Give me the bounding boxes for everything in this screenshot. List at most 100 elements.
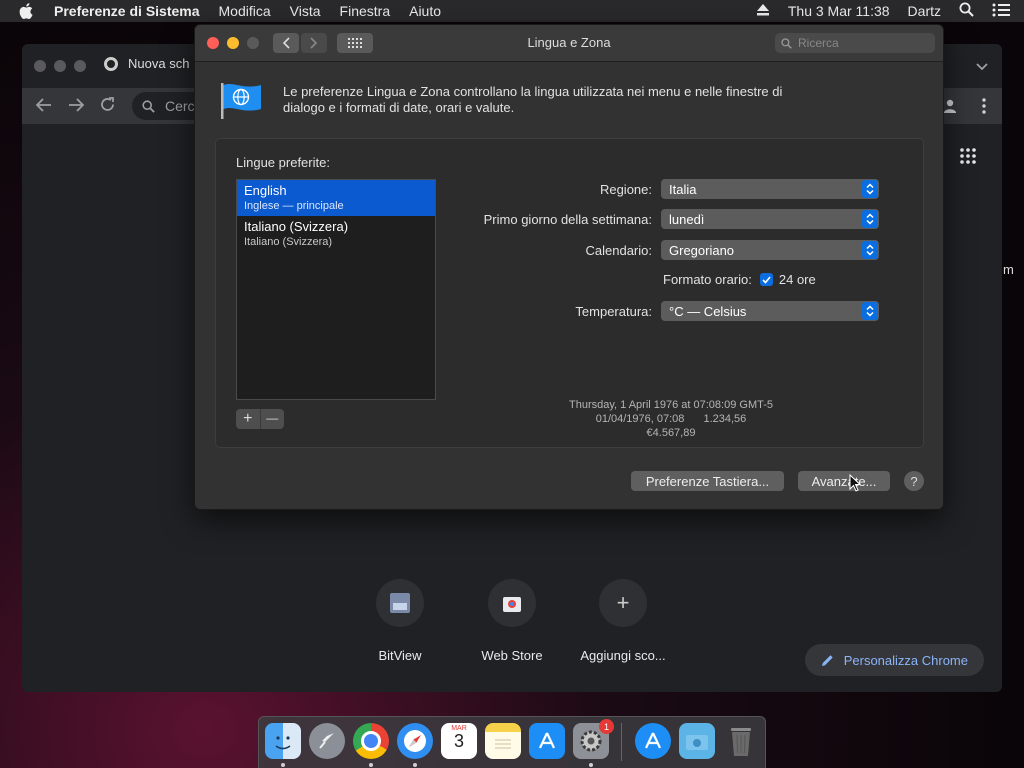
finder-icon[interactable] <box>265 723 301 759</box>
system-preferences-icon[interactable]: 1 <box>573 719 614 759</box>
apps-grid-icon[interactable] <box>960 148 976 169</box>
language-item-english[interactable]: English Inglese — principale <box>237 180 435 216</box>
time-format-value: 24 ore <box>778 272 816 287</box>
downloads-folder-icon[interactable] <box>679 723 715 759</box>
calendar-value: Gregoriano <box>669 242 735 258</box>
launchpad-icon[interactable] <box>309 723 345 759</box>
menu-finestra[interactable]: Finestra <box>340 3 391 19</box>
app-store-icon[interactable] <box>529 723 565 759</box>
shortcut-web-store[interactable]: Web Store <box>457 579 567 663</box>
time-format-label: Formato orario: <box>663 272 752 287</box>
temperature-popup[interactable]: °C — Celsius <box>661 301 879 321</box>
languages-list[interactable]: English Inglese — principale Italiano (S… <box>236 179 436 400</box>
region-popup[interactable]: Italia <box>661 179 879 199</box>
shortcut-bitview[interactable]: BitView <box>345 579 455 663</box>
mouse-cursor-icon <box>849 473 862 497</box>
add-language-button[interactable]: + <box>236 409 261 429</box>
sample-currency: €4.567,89 <box>646 427 696 439</box>
applications-folder-icon[interactable] <box>635 723 671 759</box>
intro-text: Le preferenze Lingua e Zona controllano … <box>283 84 783 115</box>
profile-icon[interactable] <box>942 98 958 119</box>
temperature-label: Temperatura: <box>575 303 652 319</box>
plus-icon: + <box>599 579 647 627</box>
first-day-value: lunedì <box>669 211 705 227</box>
reload-icon[interactable] <box>100 96 115 117</box>
omnibox-text: Cerc <box>165 98 195 114</box>
add-remove-control: + — <box>236 409 284 429</box>
language-item-italiano[interactable]: Italiano (Svizzera) Italiano (Svizzera) <box>237 216 435 252</box>
time-format-row: Formato orario: 24 ore <box>663 272 816 287</box>
running-indicator <box>281 763 285 767</box>
spotlight-icon[interactable] <box>959 2 974 20</box>
trash-icon[interactable] <box>723 723 759 759</box>
first-day-popup[interactable]: lunedì <box>661 209 879 229</box>
chrome-close-button[interactable] <box>34 60 46 72</box>
chrome-zoom-button[interactable] <box>74 60 86 72</box>
language-name: English <box>244 183 287 198</box>
search-icon <box>781 37 792 49</box>
advanced-button[interactable]: Avanzate... <box>798 471 890 491</box>
first-day-row: Primo giorno della settimana: lunedì <box>484 209 879 229</box>
chrome-menu-icon[interactable] <box>982 98 986 119</box>
search-placeholder: Ricerca <box>798 36 839 50</box>
chrome-minimize-button[interactable] <box>54 60 66 72</box>
omnibox-search-icon <box>142 99 155 113</box>
tab-search-chevron-icon[interactable] <box>976 60 988 74</box>
notification-center-icon[interactable] <box>992 3 1010 20</box>
customize-chrome-button[interactable]: Personalizza Chrome <box>804 644 984 676</box>
eject-icon[interactable] <box>756 3 770 19</box>
chrome-app-icon[interactable] <box>353 723 389 759</box>
shortcut-label: Aggiungi sco... <box>580 648 666 663</box>
calendar-day: 3 <box>453 731 464 751</box>
web-store-icon <box>488 579 536 627</box>
menu-bar: Preferenze di Sistema Modifica Vista Fin… <box>0 0 1024 22</box>
forward-icon[interactable] <box>68 96 85 117</box>
back-icon[interactable] <box>35 96 52 117</box>
updown-chevron-icon <box>862 180 878 198</box>
calendar-row: Calendario: Gregoriano <box>586 240 879 260</box>
menu-clock[interactable]: Thu 3 Mar 11:38 <box>788 3 890 19</box>
remove-language-button[interactable]: — <box>261 409 285 429</box>
temperature-row: Temperatura: °C — Celsius <box>575 301 879 321</box>
pencil-icon <box>821 654 833 666</box>
settings-panel: Lingue preferite: English Inglese — prin… <box>215 138 924 448</box>
notification-badge: 1 <box>599 719 614 734</box>
sample-long-date: Thursday, 1 April 1976 at 07:08:09 GMT-5 <box>568 399 774 411</box>
calendar-icon[interactable]: MAR 3 <box>441 723 477 759</box>
apple-menu-icon[interactable] <box>19 3 37 19</box>
menu-modifica[interactable]: Modifica <box>219 3 271 19</box>
chrome-icon <box>104 56 118 71</box>
shortcut-label: Web Store <box>481 648 543 663</box>
language-flag-icon <box>219 81 263 126</box>
window-titlebar: Lingua e Zona Ricerca <box>195 25 943 62</box>
customize-label: Personalizza Chrome <box>843 652 968 668</box>
menu-vista[interactable]: Vista <box>290 3 321 19</box>
updown-chevron-icon <box>862 241 878 259</box>
temperature-value: °C — Celsius <box>669 303 747 319</box>
menu-user[interactable]: Dartz <box>908 3 941 19</box>
menu-aiuto[interactable]: Aiuto <box>409 3 441 19</box>
language-name: Italiano (Svizzera) <box>244 219 349 234</box>
running-indicator <box>589 763 593 767</box>
chrome-tab[interactable]: Nuova sch <box>104 56 189 71</box>
sample-number: 1.234,56 <box>703 413 747 425</box>
dock-separator <box>621 723 622 761</box>
notes-icon[interactable] <box>485 723 521 759</box>
help-button[interactable]: ? <box>904 471 924 491</box>
format-sample: Thursday, 1 April 1976 at 07:08:09 GMT-5… <box>556 398 786 440</box>
background-edge-text: m <box>1003 262 1014 277</box>
checkmark-icon <box>762 275 771 284</box>
shortcut-add[interactable]: + Aggiungi sco... <box>568 579 678 663</box>
search-field[interactable]: Ricerca <box>775 33 935 53</box>
keyboard-preferences-button[interactable]: Preferenze Tastiera... <box>631 471 784 491</box>
time-format-checkbox[interactable] <box>759 273 773 286</box>
language-region-window: Lingua e Zona Ricerca Le preferenze Ling… <box>194 24 944 510</box>
menu-app-name[interactable]: Preferenze di Sistema <box>54 3 200 19</box>
running-indicator <box>413 763 417 767</box>
calendar-popup[interactable]: Gregoriano <box>661 240 879 260</box>
shortcut-label: BitView <box>378 648 422 663</box>
region-value: Italia <box>669 181 697 197</box>
safari-icon[interactable] <box>397 723 433 759</box>
region-row: Regione: Italia <box>600 179 879 199</box>
bitview-icon <box>376 579 424 627</box>
